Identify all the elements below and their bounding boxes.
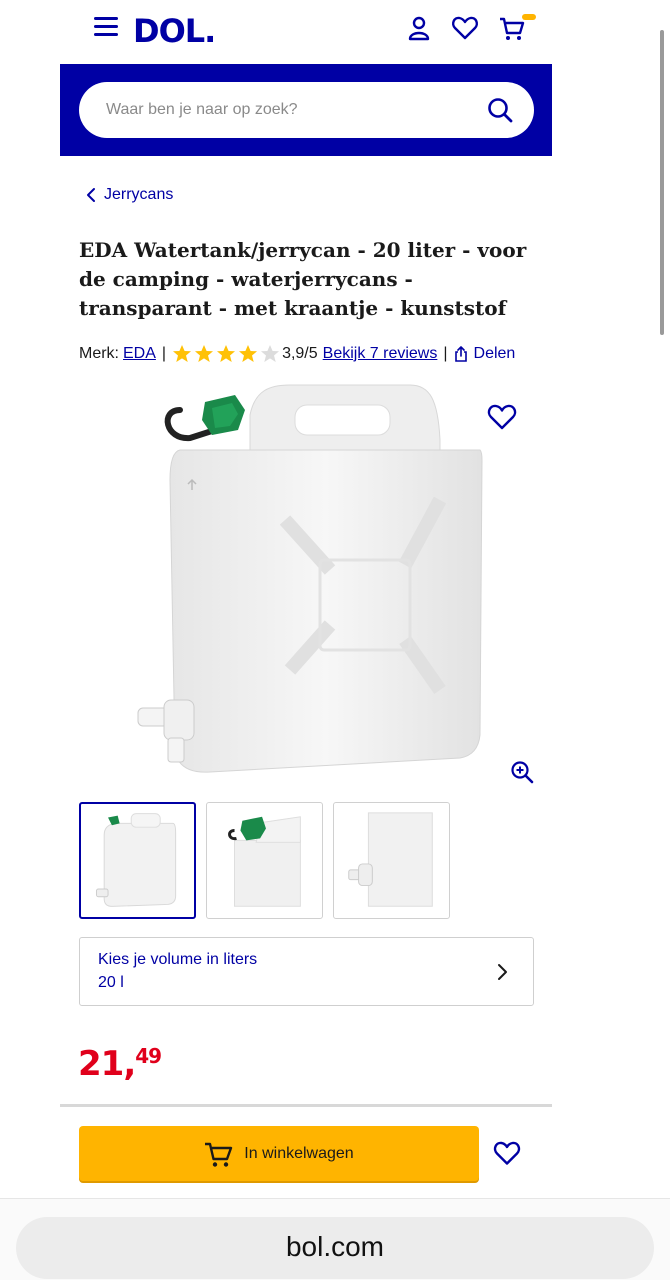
star-full-icon: [217, 345, 236, 362]
search-band: [60, 64, 552, 156]
product-page: DOL. Jerrycans EDA Watertank/j: [0, 0, 670, 1280]
price-cents: 49: [135, 1044, 162, 1068]
product-image[interactable]: [120, 380, 500, 780]
wishlist-heart-icon[interactable]: [487, 403, 517, 431]
url-bar[interactable]: bol.com: [16, 1217, 654, 1279]
star-full-icon: [195, 345, 214, 362]
top-navigation: DOL.: [0, 0, 670, 64]
menu-icon[interactable]: [94, 17, 118, 37]
reviews-link[interactable]: Bekijk 7 reviews: [323, 345, 438, 363]
star-full-icon: [239, 345, 258, 362]
search-box: [79, 82, 534, 138]
wishlist-heart-icon[interactable]: [493, 1140, 521, 1166]
share-button[interactable]: Delen: [454, 345, 516, 363]
share-label[interactable]: Delen: [474, 345, 516, 363]
browser-bottom-bar: bol.com: [0, 1198, 670, 1280]
product-title: EDA Watertank/jerrycan - 20 liter - voor…: [79, 238, 527, 320]
volume-label: Kies je volume in liters: [98, 951, 258, 968]
cart-count-badge: [522, 14, 536, 20]
product-meta-row: Merk: EDA | 3,9/5 Bekijk 7 reviews | Del…: [79, 344, 515, 364]
brand-link[interactable]: EDA: [123, 345, 156, 363]
thumbnail-image: [228, 816, 301, 907]
volume-value: 20 l: [98, 974, 124, 991]
rating-stars: [172, 344, 280, 364]
chevron-right-icon: [498, 964, 507, 980]
breadcrumb[interactable]: Jerrycans: [86, 186, 173, 204]
product-price: 21,49: [78, 1044, 162, 1084]
heart-icon[interactable]: [451, 14, 479, 42]
thumbnail-3[interactable]: [333, 802, 450, 919]
chevron-left-icon: [87, 188, 95, 202]
breadcrumb-label[interactable]: Jerrycans: [104, 186, 173, 204]
account-icon[interactable]: [405, 14, 433, 42]
search-icon[interactable]: [486, 96, 514, 124]
separator: |: [161, 345, 167, 362]
add-to-cart-label: In winkelwagen: [244, 1144, 354, 1162]
brand-label: Merk:: [79, 345, 119, 362]
cart-icon: [205, 1142, 233, 1167]
thumbnail-1[interactable]: [79, 802, 196, 919]
thumbnail-image: [348, 812, 433, 907]
rating-value: 3,9/5: [282, 345, 318, 362]
separator: |: [443, 345, 448, 362]
search-input[interactable]: [106, 82, 476, 138]
star-empty-icon: [261, 345, 280, 362]
divider: [60, 1104, 552, 1107]
bol-logo[interactable]: DOL.: [133, 12, 216, 50]
thumbnail-2[interactable]: [206, 802, 323, 919]
scrollbar[interactable]: [660, 30, 664, 335]
star-full-icon: [173, 345, 192, 362]
zoom-in-icon[interactable]: [510, 760, 534, 784]
thumbnail-image: [95, 813, 177, 907]
volume-selector[interactable]: Kies je volume in liters 20 l: [79, 937, 534, 1006]
price-whole: 21,: [78, 1044, 136, 1084]
thumbnail-gallery: [79, 802, 450, 919]
add-to-cart-button[interactable]: In winkelwagen: [79, 1126, 479, 1181]
share-icon: [454, 346, 467, 362]
